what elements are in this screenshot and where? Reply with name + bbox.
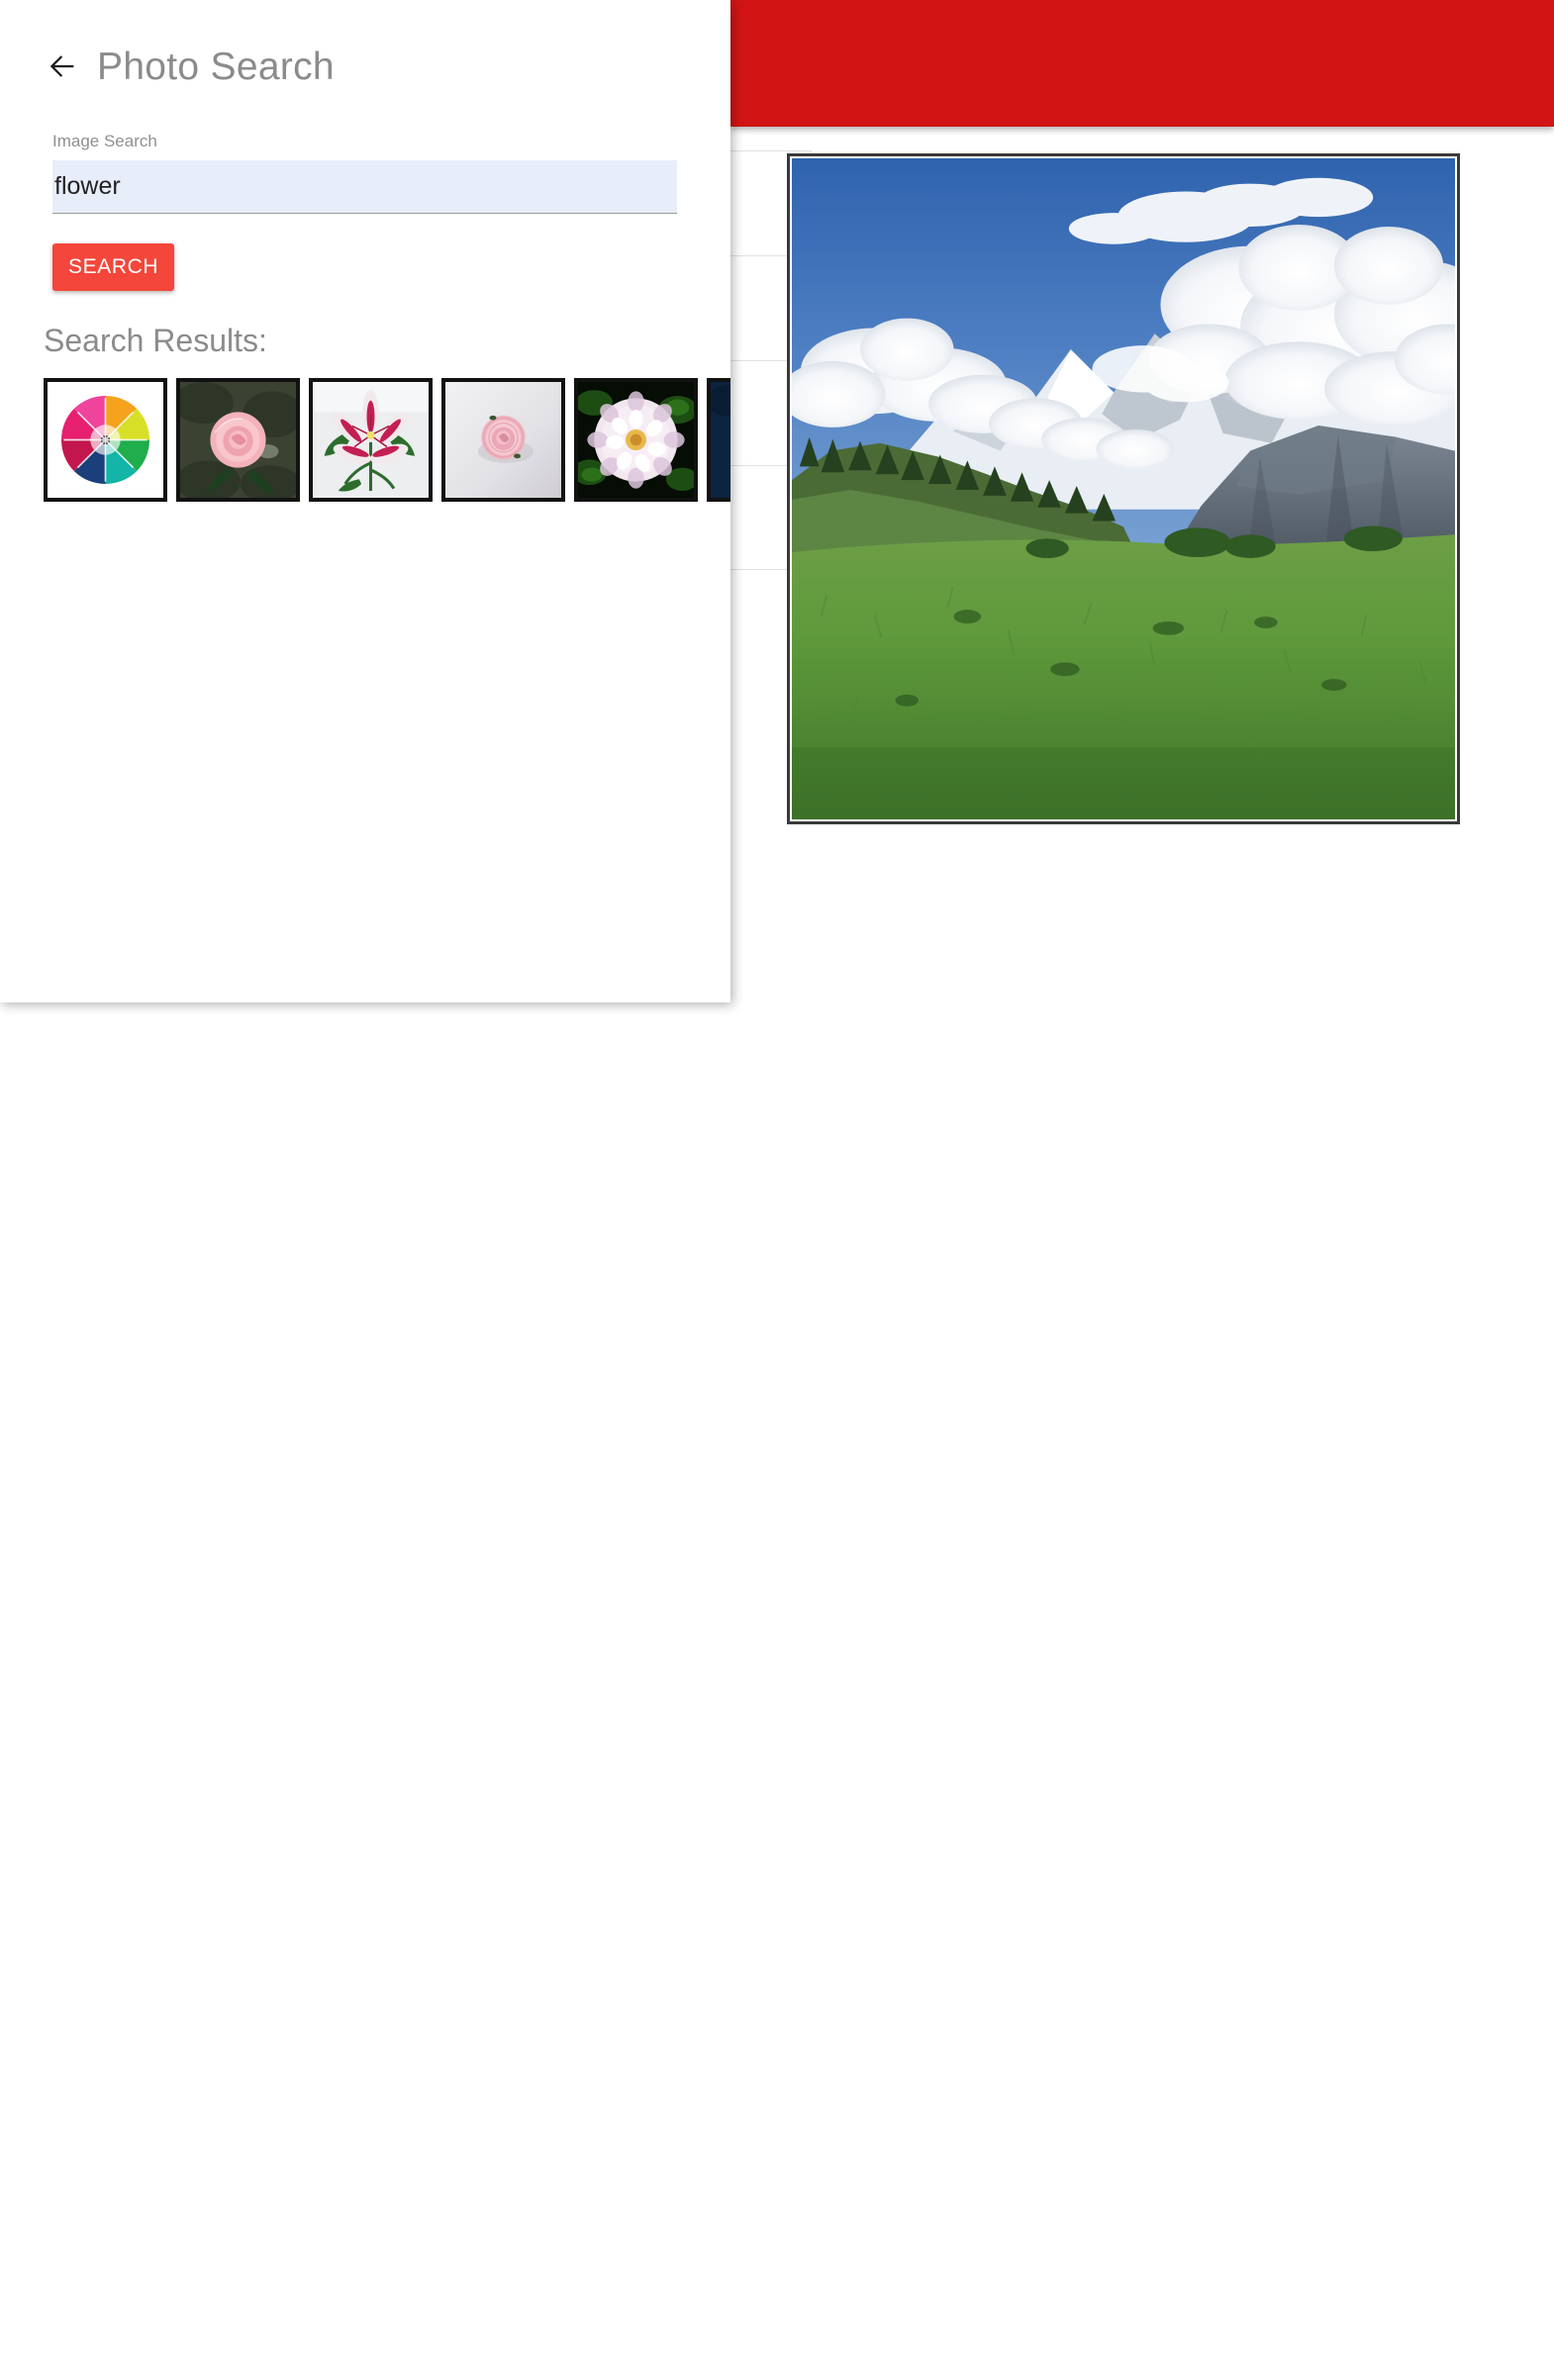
- search-field-label: Image Search: [52, 132, 157, 150]
- search-results-strip: [44, 378, 730, 502]
- page-title: Photo Search: [97, 45, 335, 88]
- pink-rose-garden-image: [180, 382, 296, 498]
- photo-search-dialog: Photo Search Image Search SEARCH Search …: [0, 0, 730, 1002]
- search-form: Image Search SEARCH: [0, 133, 730, 291]
- search-input[interactable]: [52, 160, 677, 214]
- main-photo-frame[interactable]: [787, 153, 1460, 824]
- result-thumbnail-1[interactable]: [44, 378, 167, 502]
- rainbow-chrysanthemum-image: [48, 382, 163, 498]
- result-thumbnail-5[interactable]: [574, 378, 698, 502]
- mountain-landscape-photo: [792, 158, 1455, 819]
- app-bar: [730, 0, 1554, 127]
- white-dahlia-image: [578, 382, 694, 498]
- result-thumbnail-2[interactable]: [176, 378, 300, 502]
- result-thumbnail-6[interactable]: [707, 378, 730, 502]
- pale-pink-rose-image: [445, 382, 561, 498]
- blue-flower-image: [711, 382, 730, 498]
- back-arrow-icon[interactable]: [46, 49, 79, 83]
- search-results-label: Search Results:: [44, 323, 267, 358]
- dialog-header: Photo Search: [0, 0, 730, 93]
- search-button[interactable]: SEARCH: [52, 243, 175, 291]
- stargazer-lily-image: [313, 382, 429, 498]
- result-thumbnail-3[interactable]: [309, 378, 433, 502]
- result-thumbnail-4[interactable]: [441, 378, 565, 502]
